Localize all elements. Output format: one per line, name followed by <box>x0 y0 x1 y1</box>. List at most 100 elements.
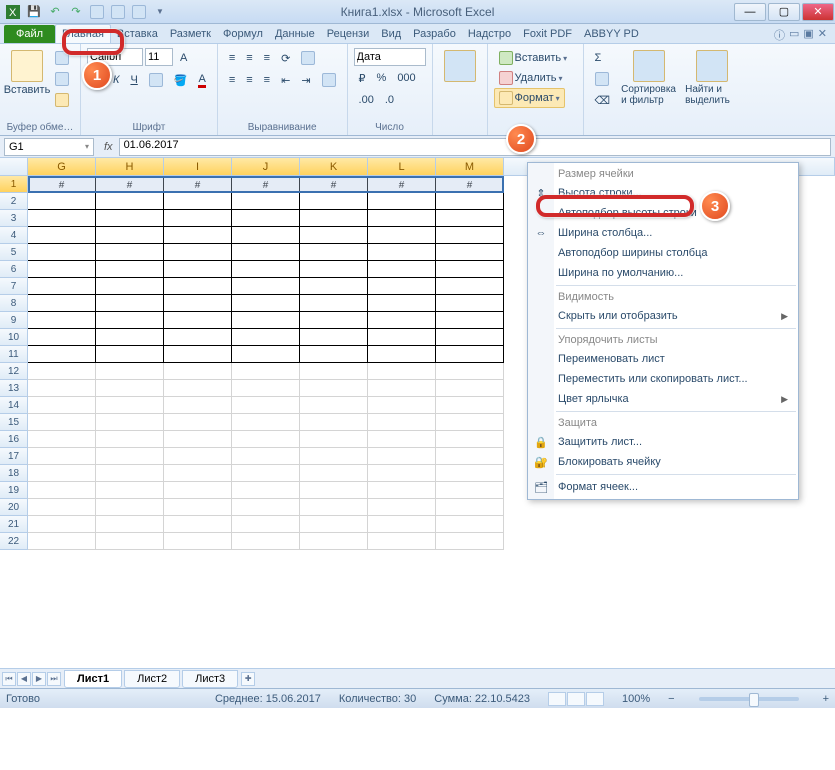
qat-icon[interactable] <box>130 3 148 21</box>
cell[interactable] <box>232 244 300 261</box>
orientation-icon[interactable]: ⟳ <box>276 48 295 68</box>
cell[interactable] <box>164 261 232 278</box>
menu-protect-sheet[interactable]: 🔒Защитить лист... <box>528 432 798 452</box>
maximize-button[interactable]: ▢ <box>768 3 800 21</box>
cell[interactable] <box>164 499 232 516</box>
cell[interactable] <box>368 193 436 210</box>
name-box[interactable]: G1▾ <box>4 138 94 156</box>
cell[interactable] <box>28 244 96 261</box>
cell[interactable] <box>436 312 504 329</box>
cell[interactable] <box>300 261 368 278</box>
row-header[interactable]: 4 <box>0 227 28 244</box>
undo-icon[interactable]: ↶ <box>46 3 64 21</box>
menu-tab-color[interactable]: Цвет ярлычка▶ <box>528 389 798 409</box>
cell[interactable] <box>96 227 164 244</box>
wrap-text-icon[interactable] <box>296 48 320 68</box>
column-header[interactable]: H <box>96 158 164 175</box>
cell[interactable] <box>232 312 300 329</box>
file-tab[interactable]: Файл <box>4 25 55 43</box>
cell[interactable] <box>28 278 96 295</box>
cell[interactable] <box>232 278 300 295</box>
cell[interactable] <box>28 414 96 431</box>
cell[interactable] <box>300 397 368 414</box>
cell[interactable] <box>232 363 300 380</box>
cell[interactable] <box>28 465 96 482</box>
align-center-icon[interactable]: ≡ <box>241 70 257 90</box>
cell[interactable] <box>232 261 300 278</box>
cell[interactable] <box>28 499 96 516</box>
row-header[interactable]: 20 <box>0 499 28 516</box>
border-button[interactable] <box>144 70 168 90</box>
cell[interactable]: # <box>300 176 368 193</box>
cell[interactable] <box>436 499 504 516</box>
cell[interactable] <box>164 516 232 533</box>
row-header[interactable]: 11 <box>0 346 28 363</box>
column-header[interactable]: M <box>436 158 504 175</box>
sheet-nav-next-icon[interactable]: ▶ <box>32 672 46 686</box>
close-doc-icon[interactable]: ✕ <box>818 27 827 43</box>
cell[interactable] <box>232 193 300 210</box>
cell[interactable] <box>232 380 300 397</box>
cell[interactable] <box>28 482 96 499</box>
fill-color-button[interactable]: 🪣 <box>169 70 193 90</box>
row-header[interactable]: 10 <box>0 329 28 346</box>
cell[interactable] <box>96 499 164 516</box>
decrease-decimal-icon[interactable]: .0 <box>380 90 399 110</box>
menu-autofit-row[interactable]: Автоподбор высоты строки <box>528 203 798 223</box>
sheet-nav-last-icon[interactable]: ⏭ <box>47 672 61 686</box>
cell[interactable] <box>368 295 436 312</box>
align-left-icon[interactable]: ≡ <box>224 70 240 90</box>
cell[interactable] <box>368 482 436 499</box>
row-header[interactable]: 16 <box>0 431 28 448</box>
menu-col-width[interactable]: ⇔Ширина столбца... <box>528 223 798 243</box>
cell[interactable] <box>436 244 504 261</box>
menu-rename-sheet[interactable]: Переименовать лист <box>528 349 798 369</box>
insert-cells-button[interactable]: Вставить▾ <box>494 48 573 68</box>
cell[interactable] <box>436 533 504 550</box>
tab-review[interactable]: Рецензи <box>321 25 376 43</box>
cell[interactable] <box>300 414 368 431</box>
find-select-button[interactable]: Найти и выделить <box>683 48 741 108</box>
cell[interactable] <box>96 193 164 210</box>
cell[interactable] <box>368 380 436 397</box>
row-header[interactable]: 5 <box>0 244 28 261</box>
cell[interactable] <box>232 482 300 499</box>
row-header[interactable]: 14 <box>0 397 28 414</box>
cell[interactable] <box>28 380 96 397</box>
cell[interactable] <box>96 312 164 329</box>
cell[interactable] <box>368 414 436 431</box>
cell[interactable] <box>28 261 96 278</box>
cell[interactable] <box>28 193 96 210</box>
cell[interactable] <box>96 448 164 465</box>
cell[interactable] <box>232 448 300 465</box>
cell[interactable] <box>96 329 164 346</box>
cell[interactable] <box>436 380 504 397</box>
zoom-slider[interactable] <box>699 697 799 701</box>
align-middle-icon[interactable]: ≡ <box>241 48 257 68</box>
cell[interactable] <box>96 346 164 363</box>
cell[interactable] <box>368 261 436 278</box>
close-button[interactable]: ✕ <box>802 3 834 21</box>
cell[interactable] <box>368 244 436 261</box>
cell[interactable] <box>436 448 504 465</box>
row-header[interactable]: 2 <box>0 193 28 210</box>
cell[interactable] <box>96 414 164 431</box>
view-pagebreak-icon[interactable] <box>586 692 604 706</box>
underline-button[interactable]: Ч <box>125 70 142 90</box>
autosum-button[interactable]: Σ <box>590 48 616 68</box>
redo-icon[interactable]: ↷ <box>67 3 85 21</box>
cell[interactable] <box>96 380 164 397</box>
cell[interactable] <box>300 482 368 499</box>
tab-foxit[interactable]: Foxit PDF <box>517 25 578 43</box>
cell[interactable] <box>232 465 300 482</box>
tab-formulas[interactable]: Формул <box>217 25 269 43</box>
cell[interactable] <box>300 244 368 261</box>
increase-indent-icon[interactable]: ⇥ <box>296 70 315 90</box>
menu-autofit-col[interactable]: Автоподбор ширины столбца <box>528 243 798 263</box>
cell[interactable] <box>300 227 368 244</box>
cell[interactable] <box>232 227 300 244</box>
tab-insert[interactable]: Вставка <box>111 25 164 43</box>
cell[interactable] <box>368 397 436 414</box>
cell[interactable] <box>28 363 96 380</box>
cell[interactable] <box>28 312 96 329</box>
